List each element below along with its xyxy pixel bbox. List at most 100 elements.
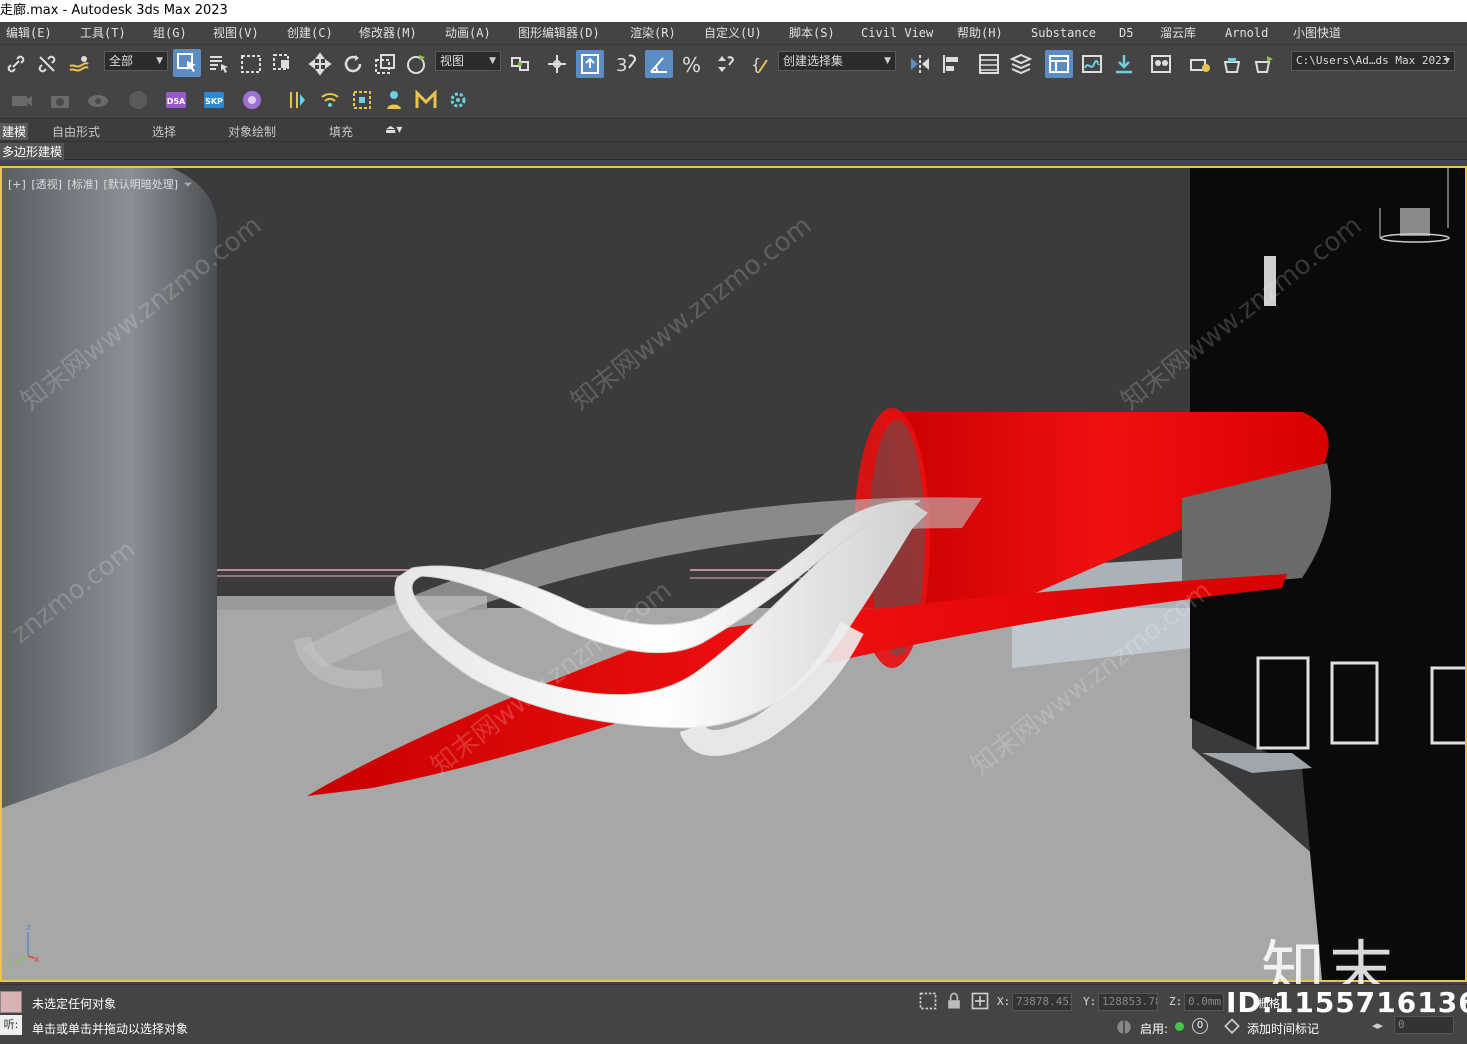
add-time-tag-button[interactable]: 添加时间标记 xyxy=(1247,1020,1319,1037)
absolute-mode-icon[interactable] xyxy=(970,991,990,1011)
menu-xiaotu[interactable]: 小图快道 xyxy=(1293,22,1341,44)
perspective-viewport[interactable]: z y x [+] [透视] [标准] [默认明暗处理] ⏷ 知末网www.zn… xyxy=(0,166,1467,982)
spinner-snap-icon[interactable] xyxy=(710,50,738,78)
render-setup-icon[interactable] xyxy=(1186,50,1214,78)
menu-bar: 编辑(E) 工具(T) 组(G) 视图(V) 创建(C) 修改器(M) 动画(A… xyxy=(0,22,1467,44)
layer-explorer-icon[interactable] xyxy=(1007,50,1035,78)
flower-plugin-icon[interactable] xyxy=(238,86,266,114)
menu-scripting[interactable]: 脚本(S) xyxy=(789,22,835,44)
project-path-value: C:\Users\Ad…ds Max 2023 xyxy=(1296,54,1449,67)
time-tag-icon[interactable] xyxy=(1222,1017,1242,1037)
menu-help[interactable]: 帮助(H) xyxy=(957,22,1003,44)
menu-animation[interactable]: 动画(A) xyxy=(445,22,491,44)
y-label: Y: xyxy=(1083,995,1097,1008)
menu-d5[interactable]: D5 xyxy=(1119,22,1133,44)
scene-explorer-icon[interactable] xyxy=(975,50,1003,78)
menu-views[interactable]: 视图(V) xyxy=(213,22,259,44)
select-by-name-icon[interactable] xyxy=(205,50,233,78)
selection-filter-dropdown[interactable]: 全部 ▼ xyxy=(104,51,168,71)
rendered-frame-icon[interactable] xyxy=(1218,50,1246,78)
select-manipulate-icon[interactable] xyxy=(543,50,571,78)
camera-view-icon[interactable] xyxy=(84,86,112,114)
camera-capture-icon[interactable] xyxy=(46,86,74,114)
render-production-icon[interactable] xyxy=(1250,50,1278,78)
keyboard-shortcut-override-icon[interactable] xyxy=(576,50,604,78)
select-object-icon[interactable] xyxy=(173,49,201,77)
menu-modifiers[interactable]: 修改器(M) xyxy=(359,22,417,44)
menu-tools[interactable]: 工具(T) xyxy=(80,22,126,44)
tab-object-paint[interactable]: 对象绘制 xyxy=(228,123,276,140)
lock-icon[interactable] xyxy=(944,991,964,1011)
d5a-export-icon[interactable]: D5A xyxy=(162,86,190,114)
skp-import-icon[interactable]: SKP xyxy=(200,86,228,114)
window-crossing-icon[interactable] xyxy=(269,50,297,78)
menu-create[interactable]: 创建(C) xyxy=(287,22,333,44)
rect-selection-region-icon[interactable] xyxy=(237,50,265,78)
curve-editor-icon[interactable] xyxy=(1078,50,1106,78)
isolate-selection-icon[interactable] xyxy=(918,991,938,1011)
mirror-icon[interactable] xyxy=(906,50,934,78)
mirror-tool-icon[interactable] xyxy=(283,86,311,114)
tab-freeform[interactable]: 自由形式 xyxy=(52,123,100,140)
project-path-dropdown[interactable]: C:\Users\Ad…ds Max 2023 ▼ xyxy=(1291,51,1455,71)
maxscript-listener[interactable]: 听: xyxy=(0,1015,22,1035)
percent-snap-icon[interactable]: % xyxy=(678,50,706,78)
schematic-view-icon[interactable] xyxy=(1110,50,1138,78)
link-icon[interactable] xyxy=(2,50,30,78)
menu-edit[interactable]: 编辑(E) xyxy=(6,22,52,44)
sphere-icon[interactable] xyxy=(124,86,152,114)
viewport-shading[interactable]: [默认明暗处理] xyxy=(104,178,179,191)
edit-named-selection-icon[interactable]: { xyxy=(747,50,775,78)
gear-plugin-icon[interactable] xyxy=(444,86,472,114)
y-coordinate-field[interactable]: 128853.78 xyxy=(1098,993,1158,1011)
ribbon-tabs: 建模 自由形式 选择 对象绘制 填充 ⏏▾ xyxy=(0,118,1467,142)
align-icon[interactable] xyxy=(938,50,966,78)
ref-coord-dropdown[interactable]: 视图 ▼ xyxy=(435,51,501,71)
menu-liuyunku[interactable]: 溜云库 xyxy=(1160,22,1196,44)
viewport-point-of-view[interactable]: [透视] xyxy=(31,178,62,191)
z-coordinate-field[interactable]: 0.0mm xyxy=(1184,993,1224,1011)
place-icon[interactable] xyxy=(403,50,431,78)
toggle-ribbon-icon[interactable] xyxy=(1045,50,1073,78)
unlink-icon[interactable] xyxy=(33,50,61,78)
x-label: X: xyxy=(997,995,1011,1008)
menu-graph-editors[interactable]: 图形编辑器(D) xyxy=(518,22,600,44)
frame-spinner-icon[interactable]: ◂▸ xyxy=(1372,1019,1383,1032)
rotate-icon[interactable] xyxy=(339,50,367,78)
plugin-toolbar: D5A SKP xyxy=(0,82,1467,118)
pivot-center-icon[interactable] xyxy=(506,50,534,78)
adaptive-degradation-icon[interactable] xyxy=(1114,1017,1134,1037)
ribbon-options-icon[interactable]: ⏏▾ xyxy=(385,122,402,136)
menu-customize[interactable]: 自定义(U) xyxy=(704,22,762,44)
wifi-tool-icon[interactable] xyxy=(316,86,344,114)
angle-snap-icon[interactable] xyxy=(645,50,673,78)
svg-text:D5A: D5A xyxy=(167,97,186,106)
ref-coord-value: 视图 xyxy=(440,54,465,68)
enable-value[interactable]: 0 xyxy=(1192,1018,1208,1034)
tab-modeling[interactable]: 建模 xyxy=(0,123,29,140)
tab-selection[interactable]: 选择 xyxy=(152,123,176,140)
bind-spacewarp-icon[interactable] xyxy=(65,50,93,78)
camera-icon[interactable] xyxy=(8,86,36,114)
polygon-modeling-label[interactable]: 多边形建模 xyxy=(0,143,65,160)
scale-icon[interactable] xyxy=(371,50,399,78)
m-tool-icon[interactable] xyxy=(412,86,440,114)
named-selection-dropdown[interactable]: 创建选择集 ▼ xyxy=(778,51,896,71)
maxscript-listener-swatch[interactable] xyxy=(0,991,22,1013)
menu-civil-view[interactable]: Civil View xyxy=(861,22,933,44)
x-coordinate-field[interactable]: 73878.453 xyxy=(1012,993,1072,1011)
snaps-toggle-icon[interactable]: 3 xyxy=(612,50,640,78)
tab-populate[interactable]: 填充 xyxy=(329,123,353,140)
menu-substance[interactable]: Substance xyxy=(1031,22,1096,44)
menu-arnold[interactable]: Arnold xyxy=(1225,22,1268,44)
viewport-filter-icon[interactable]: ⏷ xyxy=(184,178,193,191)
material-editor-icon[interactable] xyxy=(1147,50,1175,78)
z-label: Z: xyxy=(1169,995,1183,1008)
menu-rendering[interactable]: 渲染(R) xyxy=(630,22,676,44)
viewport-menu-plus[interactable]: [+] xyxy=(8,178,26,191)
region-tool-icon[interactable] xyxy=(348,86,376,114)
move-icon[interactable] xyxy=(306,50,334,78)
menu-group[interactable]: 组(G) xyxy=(153,22,187,44)
person-tool-icon[interactable] xyxy=(380,86,408,114)
viewport-standard[interactable]: [标准] xyxy=(67,178,98,191)
